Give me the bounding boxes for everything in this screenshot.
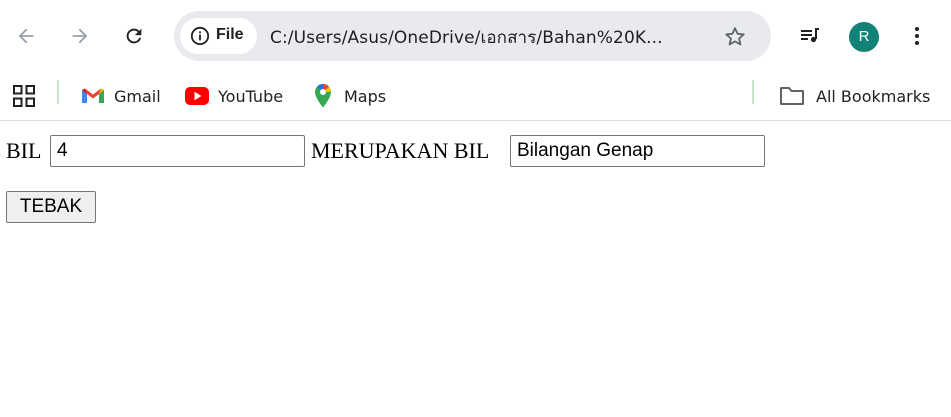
bookmarks-divider	[752, 80, 754, 104]
bookmark-label: Gmail	[114, 86, 161, 106]
bookmark-maps[interactable]: Maps	[313, 80, 386, 112]
bookmark-gmail[interactable]: Gmail	[81, 80, 161, 112]
forward-button[interactable]	[62, 18, 98, 54]
reload-icon	[126, 28, 142, 44]
site-info-label: File	[216, 26, 244, 43]
browser-toolbar: File C:/Users/Asus/OneDrive/เอกสาร/Bahan…	[0, 0, 951, 72]
number-input[interactable]	[50, 135, 305, 167]
folder-icon	[780, 87, 804, 105]
bookmarks-divider	[57, 80, 59, 104]
back-button[interactable]	[8, 18, 44, 54]
info-icon	[190, 26, 210, 46]
address-bar[interactable]: File C:/Users/Asus/OneDrive/เอกสาร/Bahan…	[174, 11, 771, 61]
star-icon[interactable]	[723, 25, 747, 49]
url-text[interactable]: C:/Users/Asus/OneDrive/เอกสาร/Bahan%20K.…	[270, 24, 663, 51]
more-vert-icon	[915, 27, 919, 45]
gmail-icon	[82, 88, 104, 103]
arrow-left-icon	[18, 28, 34, 44]
apps-button[interactable]	[12, 80, 36, 112]
maps-icon	[315, 84, 331, 108]
bookmarks-bar: Gmail YouTube Maps All Bookmarks	[0, 72, 951, 121]
media-controls-button[interactable]	[792, 18, 828, 54]
arrow-right-icon	[72, 28, 88, 44]
bil-label: BIL	[6, 138, 42, 163]
tebak-button[interactable]: TEBAK	[6, 191, 96, 223]
menu-button[interactable]	[899, 18, 935, 54]
reload-button[interactable]	[116, 18, 152, 54]
all-bookmarks-button[interactable]: All Bookmarks	[779, 80, 930, 112]
apps-grid-icon	[13, 85, 35, 107]
all-bookmarks-label: All Bookmarks	[816, 86, 931, 106]
bookmark-label: Maps	[344, 86, 387, 106]
profile-avatar[interactable]: R	[849, 22, 879, 52]
bookmark-youtube[interactable]: YouTube	[185, 80, 283, 112]
youtube-icon	[185, 87, 209, 105]
site-info-chip[interactable]: File	[180, 18, 257, 54]
playlist-icon	[801, 28, 819, 43]
result-field[interactable]	[510, 135, 765, 167]
merupakan-bil-label: MERUPAKAN BIL	[311, 138, 490, 163]
bookmark-label: YouTube	[218, 86, 284, 106]
page-content: BIL MERUPAKAN BIL TEBAK	[0, 121, 951, 417]
